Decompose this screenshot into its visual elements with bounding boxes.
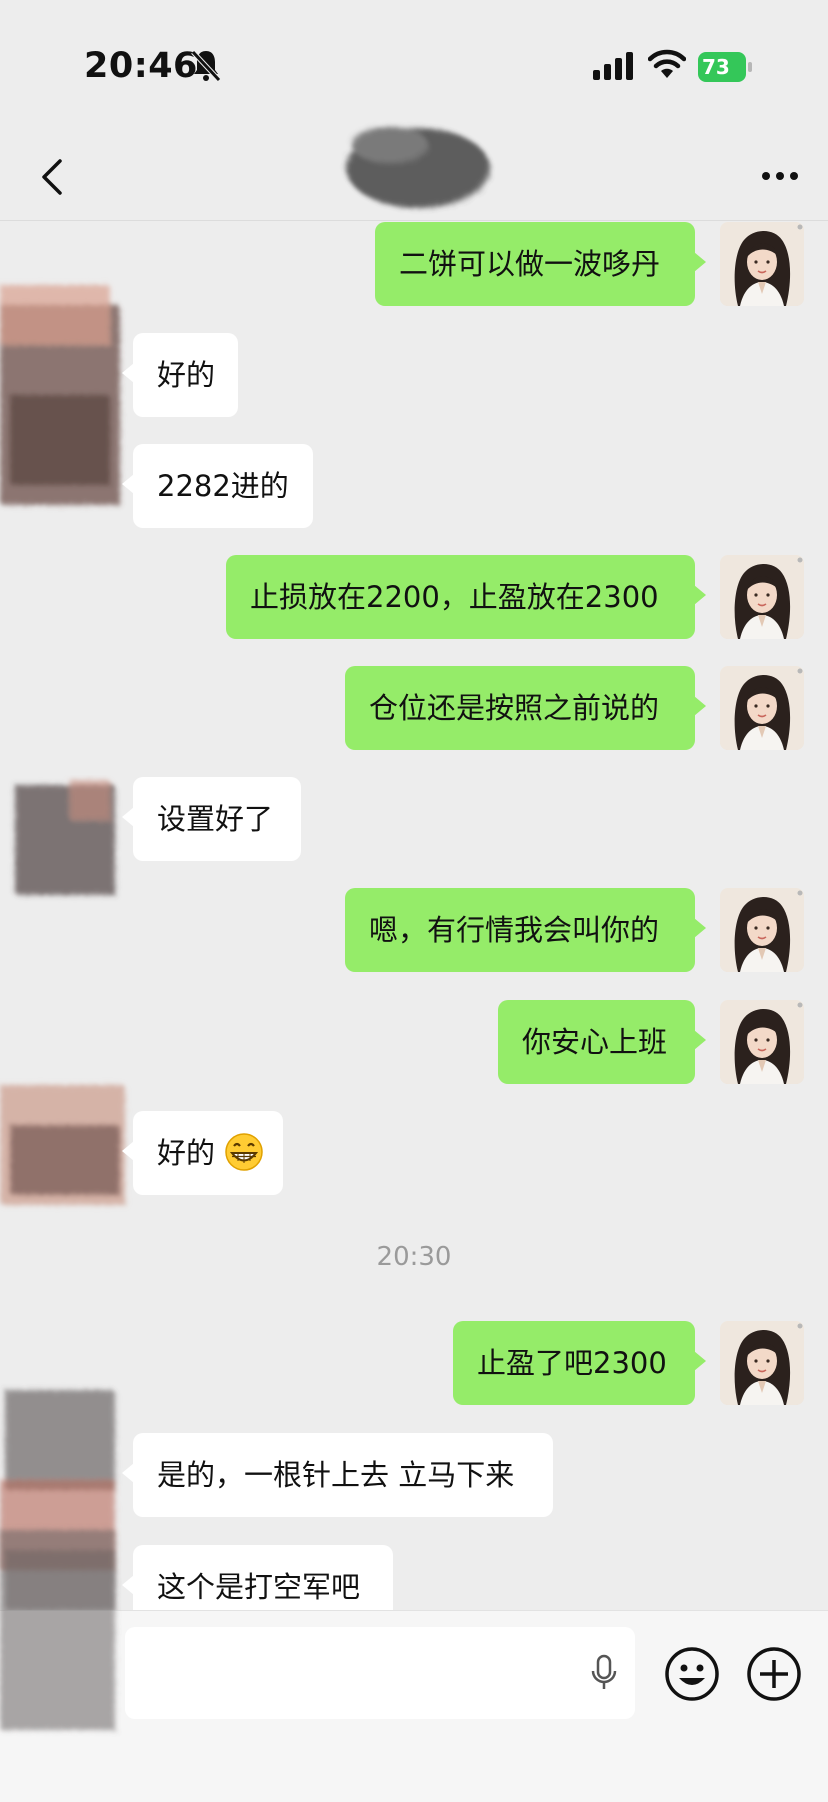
message-bubble-outgoing[interactable]: 仓位还是按照之前说的 xyxy=(345,666,706,750)
my-avatar[interactable] xyxy=(720,888,804,972)
contact-avatar-redacted[interactable] xyxy=(0,275,140,545)
my-avatar[interactable] xyxy=(720,1321,804,1405)
wifi-icon xyxy=(648,49,686,78)
message-bubble-incoming[interactable]: 这个是打空军吧 xyxy=(122,1545,393,1610)
my-avatar[interactable] xyxy=(720,1000,804,1084)
message-bubble-incoming[interactable]: 设置好了 xyxy=(122,777,301,861)
signal-icon xyxy=(593,52,633,80)
message-timestamp: 20:30 xyxy=(376,1242,452,1272)
microphone-icon[interactable] xyxy=(588,1653,620,1693)
plus-icon[interactable] xyxy=(746,1646,802,1702)
status-time: 20:46 xyxy=(84,46,198,86)
contact-avatar-redacted[interactable] xyxy=(0,775,130,915)
battery-level: 73 xyxy=(698,52,746,82)
redaction-scribble xyxy=(0,1530,115,1730)
chevron-left-icon[interactable] xyxy=(36,157,68,197)
message-text: 好的 xyxy=(157,1136,216,1170)
my-avatar[interactable] xyxy=(720,555,804,639)
message-bubble-incoming[interactable]: 好的 xyxy=(122,1111,283,1195)
emoji-icon[interactable] xyxy=(664,1646,720,1702)
message-bubble-outgoing[interactable]: 止盈了吧2300 xyxy=(453,1321,706,1405)
message-list[interactable]: 二饼可以做一波哆丹 好的 2282进的 止损放在2200，止盈放在2300 仓位… xyxy=(0,220,828,1610)
grinning-face-emoji xyxy=(225,1133,263,1171)
message-bubble-incoming[interactable]: 2282进的 xyxy=(122,444,313,528)
message-input[interactable] xyxy=(125,1627,635,1719)
message-bubble-outgoing[interactable]: 你安心上班 xyxy=(498,1000,706,1084)
contact-avatar-redacted[interactable] xyxy=(0,1075,140,1235)
message-bubble-outgoing[interactable]: 二饼可以做一波哆丹 xyxy=(375,222,706,306)
battery-cap xyxy=(748,62,752,72)
more-icon[interactable] xyxy=(760,170,800,182)
redacted-title-scribble xyxy=(346,127,490,208)
message-bubble-incoming[interactable]: 好的 xyxy=(122,333,238,417)
my-avatar[interactable] xyxy=(720,666,804,750)
battery-indicator: 73 xyxy=(698,52,754,82)
my-avatar[interactable] xyxy=(720,222,804,306)
message-bubble-outgoing[interactable]: 止损放在2200，止盈放在2300 xyxy=(226,555,706,639)
message-bubble-incoming[interactable]: 是的，一根针上去 立马下来 xyxy=(122,1433,553,1517)
bell-slash-icon xyxy=(191,50,221,82)
message-bubble-outgoing[interactable]: 嗯，有行情我会叫你的 xyxy=(345,888,706,972)
